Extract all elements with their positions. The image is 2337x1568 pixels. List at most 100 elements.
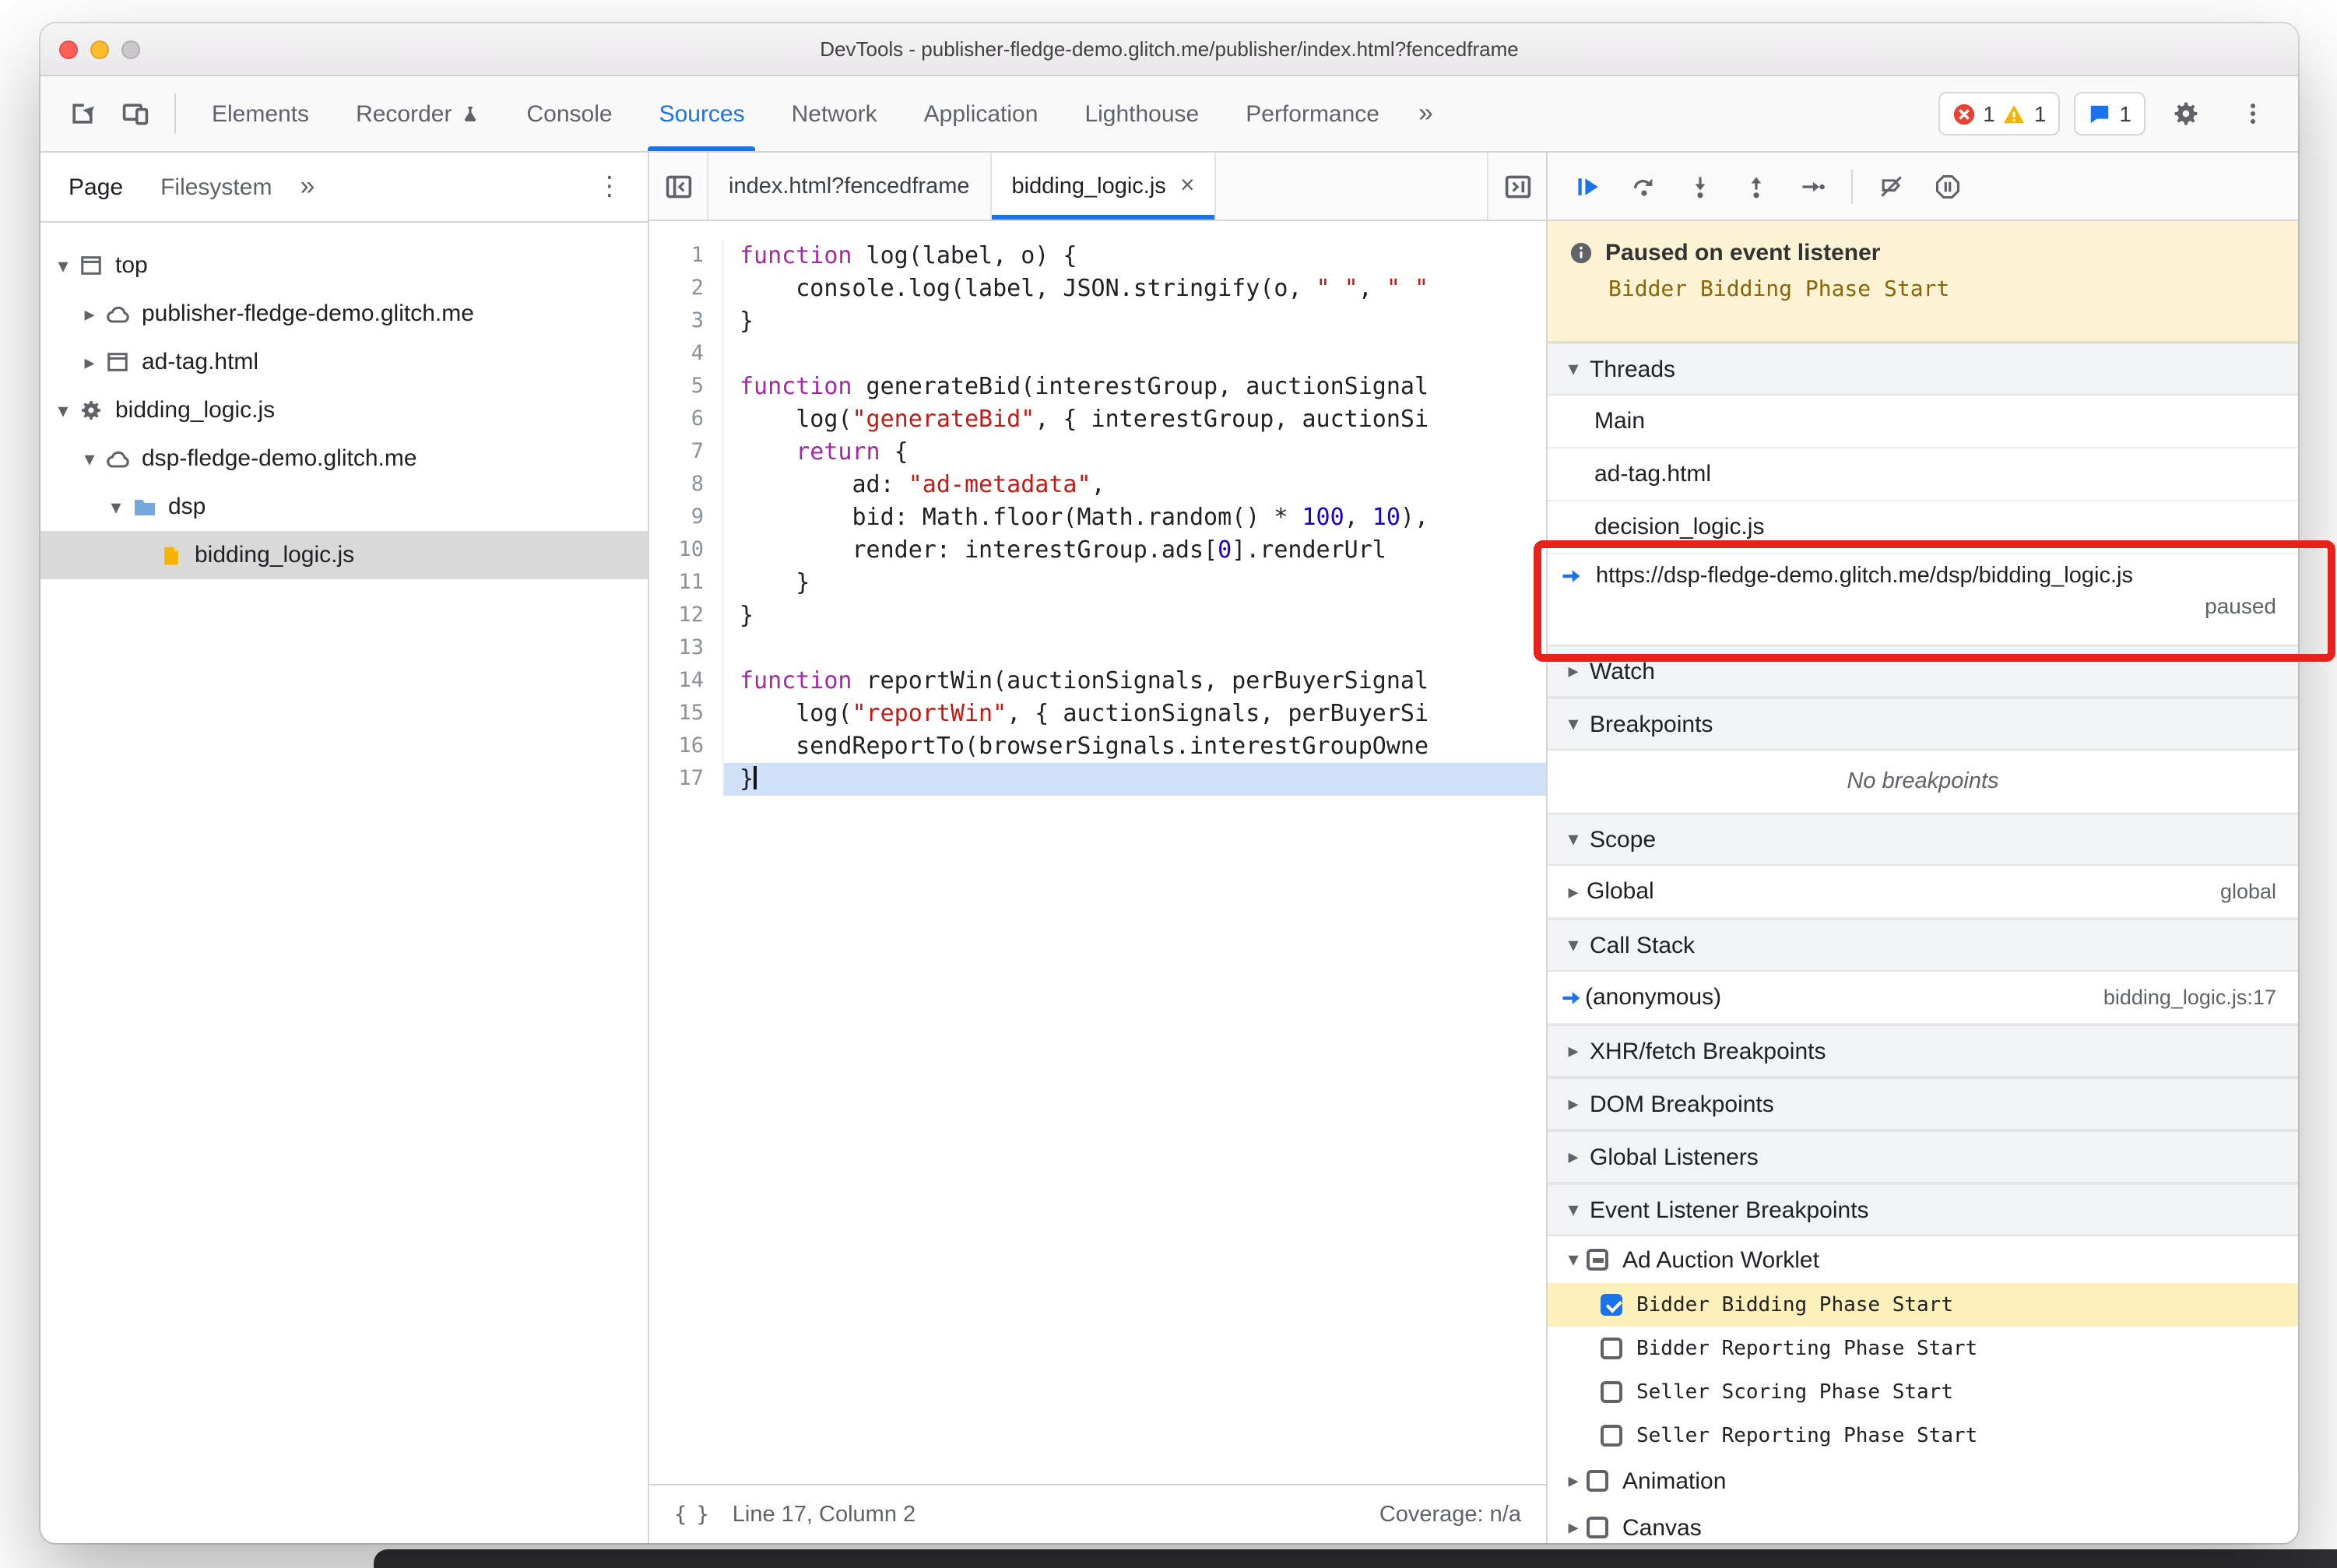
more-panels-button[interactable]: »: [1403, 98, 1449, 129]
line-number[interactable]: 10: [649, 534, 724, 567]
line-number[interactable]: 16: [649, 730, 724, 763]
file-tree-item[interactable]: ▸ ad-tag.html: [40, 338, 648, 386]
issues-button[interactable]: 1: [2074, 92, 2145, 135]
code-line[interactable]: 3}: [649, 305, 1546, 338]
file-tree-item[interactable]: ▾ top: [40, 241, 648, 290]
chevron-right-icon[interactable]: ▸: [1560, 1468, 1587, 1493]
tab-application[interactable]: Application: [901, 76, 1062, 151]
chevron-down-icon[interactable]: ▾: [50, 398, 76, 423]
checkbox-indeterminate[interactable]: [1587, 1249, 1608, 1271]
step-button[interactable]: [1787, 161, 1837, 211]
elb-category[interactable]: ▸ Canvas: [1548, 1504, 2298, 1543]
threads-section-header[interactable]: ▾ Threads: [1548, 343, 2298, 396]
elb-event[interactable]: Bidder Reporting Phase Start: [1548, 1327, 2298, 1370]
toggle-debugger-sidebar-icon[interactable]: [1487, 153, 1546, 220]
chevron-down-icon[interactable]: ▾: [1560, 712, 1587, 737]
chevron-down-icon[interactable]: ▾: [1560, 933, 1587, 958]
code-line[interactable]: 5 function generateBid(interestGroup, auc…: [649, 371, 1546, 403]
elb-event[interactable]: Seller Scoring Phase Start: [1548, 1370, 2298, 1414]
line-number[interactable]: 8: [649, 469, 724, 501]
checkbox-unchecked[interactable]: [1601, 1381, 1622, 1403]
navigator-tab-filesystem[interactable]: Filesystem: [142, 153, 290, 221]
elb-category[interactable]: ▾ Ad Auction Worklet: [1548, 1236, 2298, 1283]
file-tree-item[interactable]: ▾ bidding_logic.js: [40, 386, 648, 434]
chevron-right-icon[interactable]: ▸: [1560, 1039, 1587, 1063]
elb-category[interactable]: ▸ Animation: [1548, 1457, 2298, 1504]
line-number[interactable]: 5: [649, 371, 724, 403]
xhr-fetch-breakpoints-section-header[interactable]: ▸ XHR/fetch Breakpoints: [1548, 1025, 2298, 1078]
code-line[interactable]: 2 console.log(label, JSON.stringify(o, "…: [649, 272, 1546, 305]
tab-performance[interactable]: Performance: [1222, 76, 1403, 151]
line-number[interactable]: 1: [649, 240, 724, 272]
line-number[interactable]: 2: [649, 272, 724, 305]
scope-row[interactable]: ▸ Global global: [1548, 866, 2298, 919]
step-into-button[interactable]: [1675, 161, 1725, 211]
navigator-menu-icon[interactable]: ⋮: [596, 171, 648, 202]
code-line[interactable]: 8 ad: "ad-metadata",: [649, 469, 1546, 501]
elb-event[interactable]: Seller Reporting Phase Start: [1548, 1414, 2298, 1457]
chevron-right-icon[interactable]: ▸: [1560, 659, 1587, 684]
deactivate-breakpoints-button[interactable]: [1867, 161, 1917, 211]
chevron-right-icon[interactable]: ▸: [1560, 1515, 1587, 1540]
line-number[interactable]: 3: [649, 305, 724, 338]
navigator-more-tabs-button[interactable]: »: [290, 171, 324, 202]
code-line[interactable]: 9 bid: Math.floor(Math.random() * 100, 1…: [649, 501, 1546, 534]
file-tree-item[interactable]: bidding_logic.js: [40, 531, 648, 579]
minimize-window-button[interactable]: [90, 40, 109, 58]
chevron-down-icon[interactable]: ▾: [1560, 827, 1587, 852]
code-line[interactable]: 10 render: interestGroup.ads[0].renderUr…: [649, 534, 1546, 567]
code-line[interactable]: 14 function reportWin(auctionSignals, per…: [649, 665, 1546, 698]
checkbox-checked[interactable]: [1601, 1294, 1622, 1316]
tab-console[interactable]: Console: [503, 76, 635, 151]
elb-event[interactable]: Bidder Bidding Phase Start: [1548, 1283, 2298, 1327]
settings-gear-icon[interactable]: [2160, 87, 2212, 140]
kebab-menu-icon[interactable]: [2226, 87, 2279, 140]
file-tree-item[interactable]: ▸ publisher-fledge-demo.glitch.me: [40, 290, 648, 338]
close-tab-icon[interactable]: ×: [1180, 172, 1195, 200]
editor-tab[interactable]: bidding_logic.js ×: [991, 153, 1217, 220]
close-window-button[interactable]: [59, 40, 78, 58]
code-line[interactable]: 12}: [649, 599, 1546, 632]
chevron-right-icon[interactable]: ▸: [1560, 1092, 1587, 1116]
breakpoints-section-header[interactable]: ▾ Breakpoints: [1548, 698, 2298, 751]
watch-section-header[interactable]: ▸ Watch: [1548, 645, 2298, 698]
inspect-element-icon[interactable]: [56, 87, 109, 140]
code-line[interactable]: 11 }: [649, 567, 1546, 599]
scope-section-header[interactable]: ▾ Scope: [1548, 813, 2298, 866]
call-stack-section-header[interactable]: ▾ Call Stack: [1548, 919, 2298, 972]
chevron-down-icon[interactable]: ▾: [103, 494, 129, 519]
line-number[interactable]: 12: [649, 599, 724, 632]
checkbox-unchecked[interactable]: [1601, 1425, 1622, 1447]
chevron-right-icon[interactable]: ▸: [76, 301, 103, 326]
thread-item-active[interactable]: https://dsp-fledge-demo.glitch.me/dsp/bi…: [1548, 554, 2298, 645]
tab-sources[interactable]: Sources: [636, 76, 768, 151]
line-number[interactable]: 17: [649, 763, 724, 796]
event-listener-breakpoints-section-header[interactable]: ▾ Event Listener Breakpoints: [1548, 1183, 2298, 1236]
dom-breakpoints-section-header[interactable]: ▸ DOM Breakpoints: [1548, 1078, 2298, 1130]
device-toolbar-icon[interactable]: [109, 87, 162, 140]
line-number[interactable]: 14: [649, 665, 724, 698]
thread-item[interactable]: Main: [1548, 396, 2298, 448]
chevron-down-icon[interactable]: ▾: [76, 446, 103, 471]
line-number[interactable]: 13: [649, 632, 724, 665]
checkbox-unchecked[interactable]: [1601, 1338, 1622, 1359]
code-line[interactable]: 13: [649, 632, 1546, 665]
file-tree-item[interactable]: ▾ dsp-fledge-demo.glitch.me: [40, 434, 648, 483]
tab-lighthouse[interactable]: Lighthouse: [1061, 76, 1222, 151]
chevron-right-icon[interactable]: ▸: [76, 350, 103, 374]
chevron-down-icon[interactable]: ▾: [1560, 357, 1587, 381]
thread-item[interactable]: decision_logic.js: [1548, 501, 2298, 554]
chevron-right-icon[interactable]: ▸: [1560, 1144, 1587, 1169]
line-number[interactable]: 15: [649, 698, 724, 730]
file-tree-item[interactable]: ▾ dsp: [40, 483, 648, 531]
step-out-button[interactable]: [1731, 161, 1781, 211]
step-over-button[interactable]: [1619, 161, 1669, 211]
pretty-print-icon[interactable]: { }: [674, 1502, 709, 1527]
code-line[interactable]: 6 log("generateBid", { interestGroup, au…: [649, 403, 1546, 436]
chevron-down-icon[interactable]: ▾: [50, 253, 76, 278]
code-line[interactable]: 1 function log(label, o) {: [649, 240, 1546, 272]
navigator-tab-page[interactable]: Page: [50, 153, 142, 221]
chevron-right-icon[interactable]: ▸: [1560, 879, 1587, 904]
global-listeners-section-header[interactable]: ▸ Global Listeners: [1548, 1130, 2298, 1183]
line-number[interactable]: 4: [649, 338, 724, 371]
